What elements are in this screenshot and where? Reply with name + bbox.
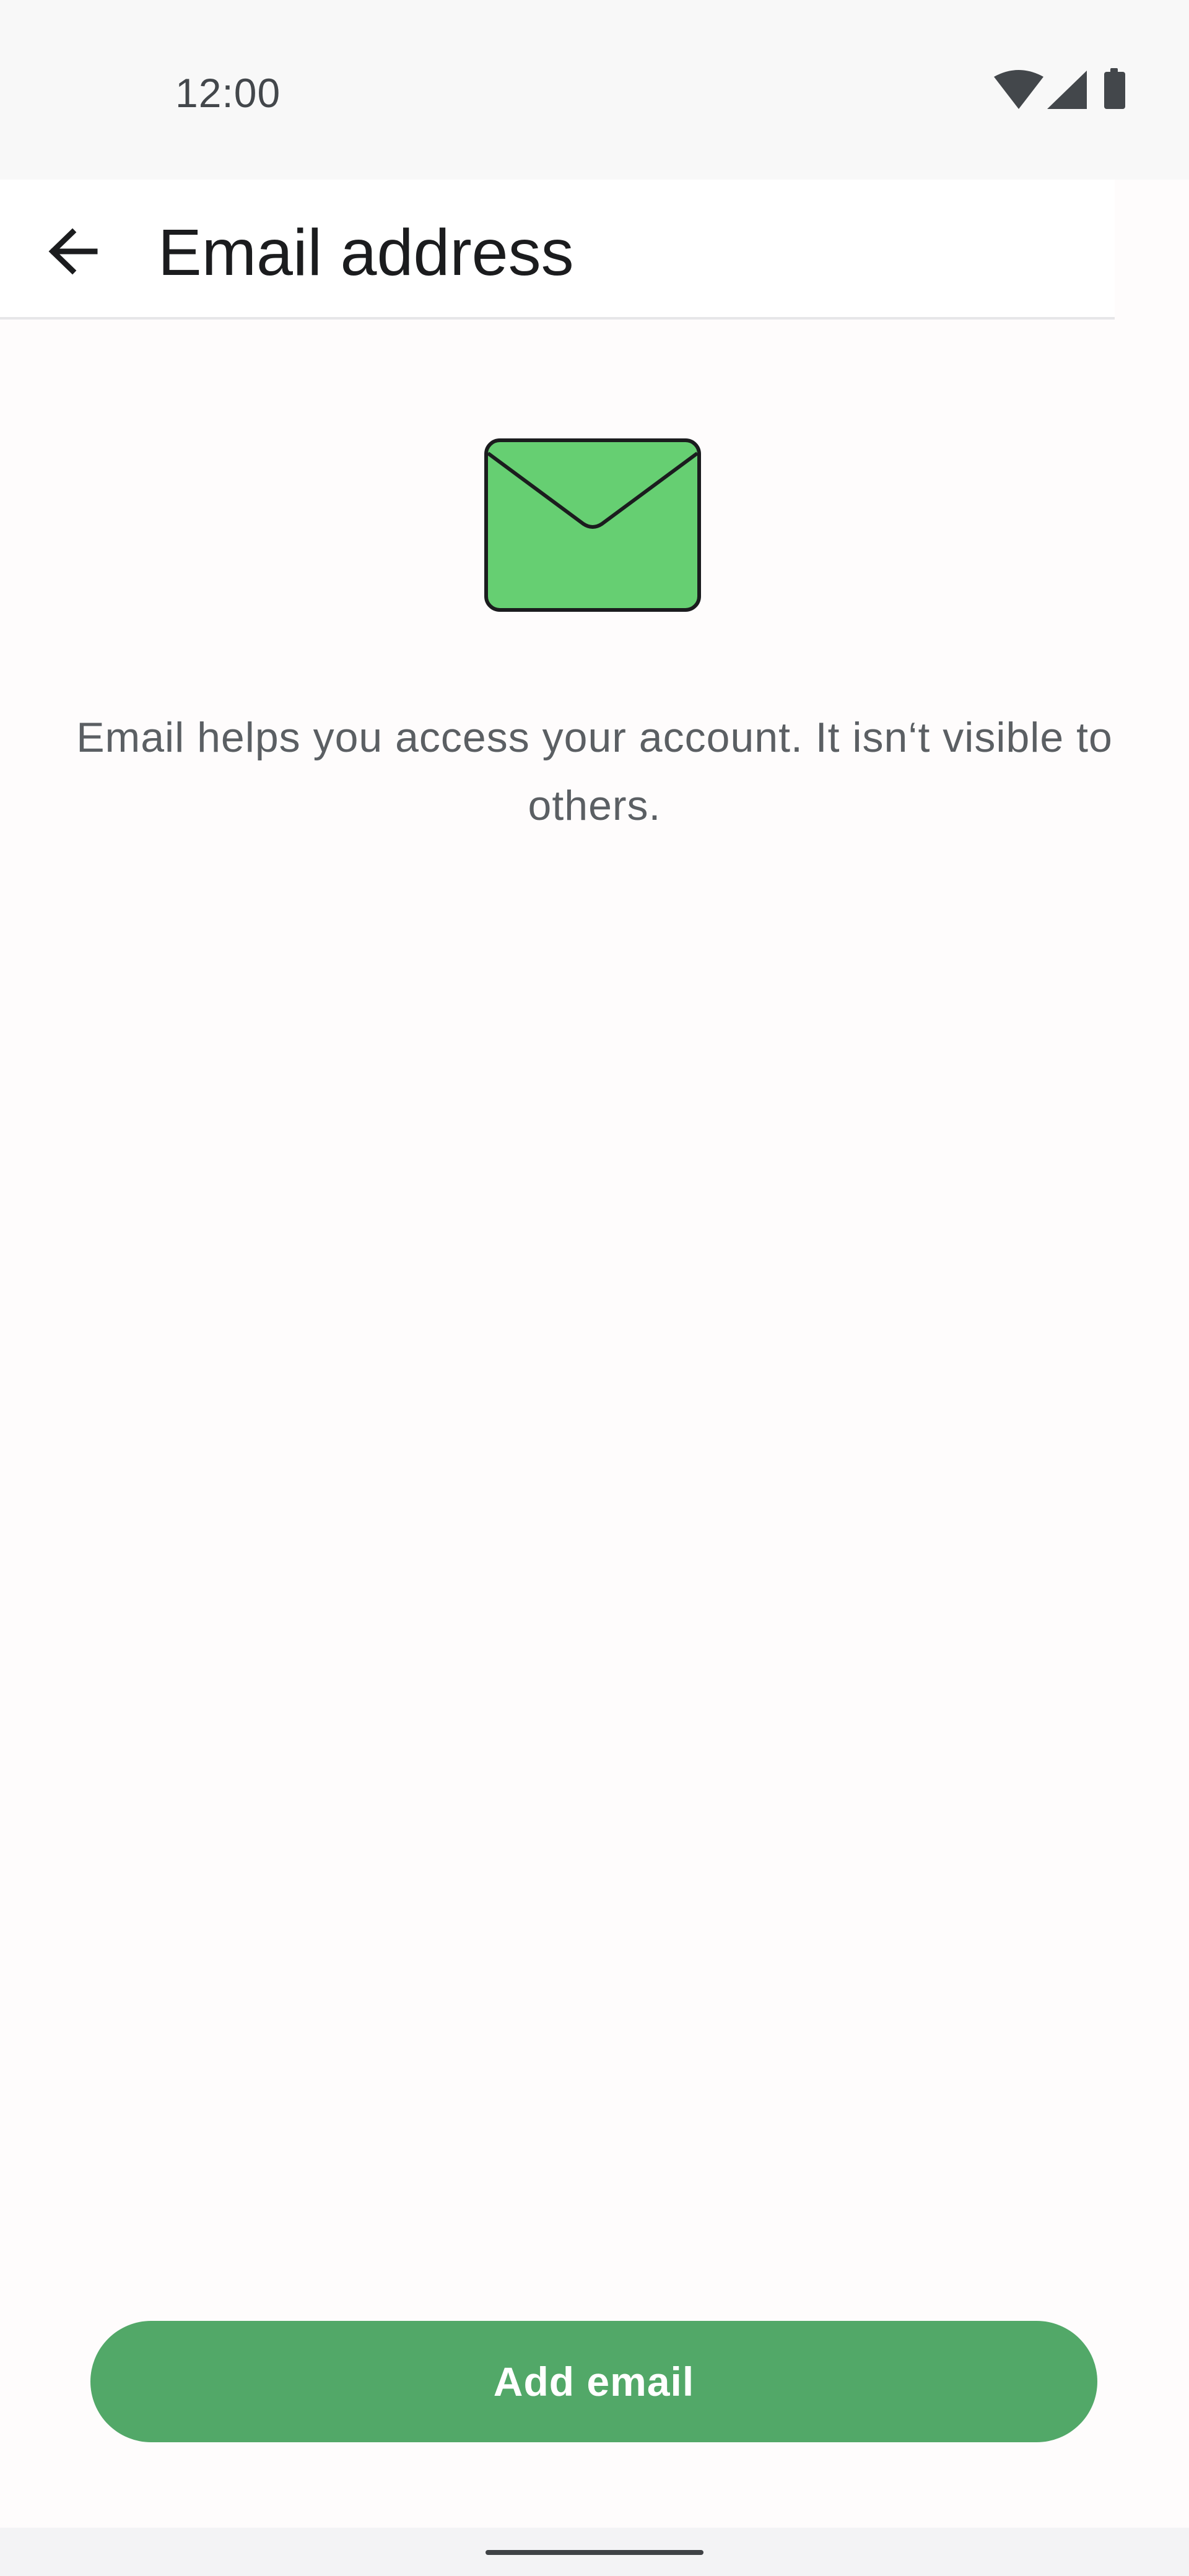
add-email-button[interactable]: Add email: [90, 2321, 1097, 2442]
battery-icon: [1104, 68, 1125, 109]
app-bar: Email address: [0, 180, 1115, 320]
status-icons: [994, 68, 1136, 113]
gesture-handle[interactable]: [486, 2550, 703, 2555]
back-button[interactable]: [30, 208, 116, 295]
status-bar: 12:00: [0, 0, 1189, 180]
signal-icon: [1047, 71, 1087, 109]
status-time: 12:00: [175, 70, 281, 116]
description-text: Email helps you access your account. It …: [76, 714, 1113, 829]
envelope-icon: [484, 438, 701, 612]
content-area: Email helps you access your account. It …: [0, 320, 1189, 2528]
arrow-left-icon: [48, 228, 98, 275]
page-title: Email address: [158, 216, 574, 289]
wifi-icon: [994, 70, 1043, 109]
navigation-bar: [0, 2528, 1189, 2576]
